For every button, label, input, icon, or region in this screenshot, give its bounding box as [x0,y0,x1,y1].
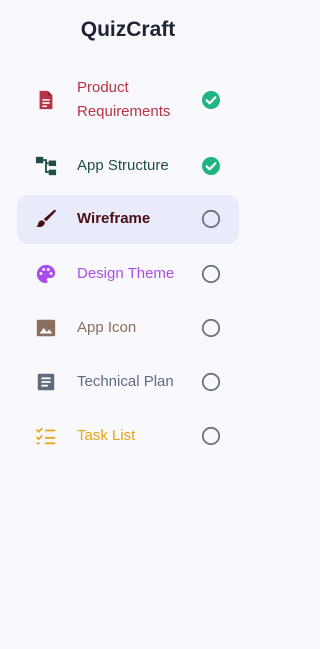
step-label-line-2: Requirements [77,103,171,120]
checklist-icon [35,425,57,447]
step-task-list[interactable]: Task List [17,412,239,460]
completed-check-icon [201,90,221,110]
completed-check-icon [201,156,221,176]
pending-circle-icon [201,426,221,446]
step-label-line-1: Product [77,79,129,96]
brush-icon [35,208,57,230]
step-product-requirements[interactable]: Product Requirements [17,72,239,128]
document-icon [35,89,57,111]
step-app-structure[interactable]: App Structure [17,142,239,190]
pending-circle-icon [201,209,221,229]
step-label: App Icon [77,319,137,336]
pending-circle-icon [201,318,221,338]
palette-icon [35,263,57,285]
step-label: Product Requirements [77,76,170,124]
step-technical-plan[interactable]: Technical Plan [17,358,239,406]
step-label: Technical Plan [77,373,174,390]
step-wireframe[interactable]: Wireframe [17,195,239,244]
sitemap-icon [35,155,57,177]
pending-circle-icon [201,372,221,392]
step-label: Wireframe [77,210,151,227]
image-icon [35,317,57,339]
article-icon [35,371,57,393]
app-title: QuizCraft [80,18,176,41]
pending-circle-icon [201,264,221,284]
sidebar: QuizCraft Product Requirements App Struc… [0,0,256,649]
step-label: App Structure [77,157,169,174]
step-label: Task List [77,427,136,444]
step-app-icon[interactable]: App Icon [17,304,239,352]
step-design-theme[interactable]: Design Theme [17,250,239,298]
step-label: Design Theme [77,265,175,282]
